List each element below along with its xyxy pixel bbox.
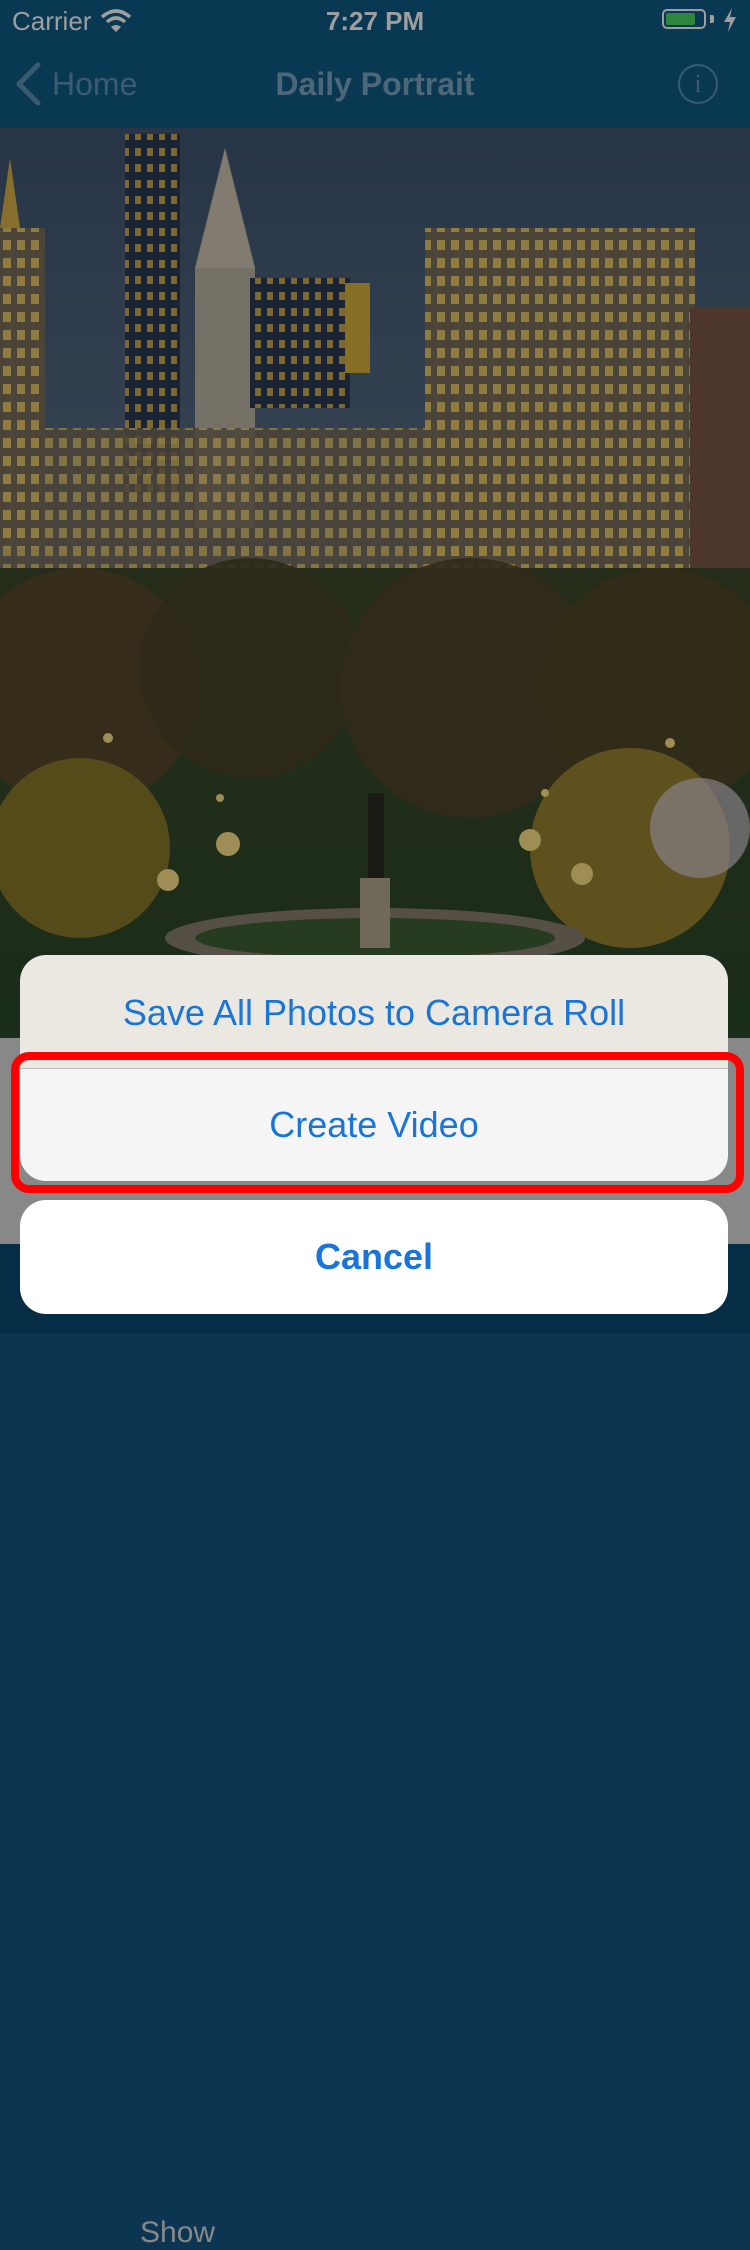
cancel-button[interactable]: Cancel [20,1200,728,1314]
highlight-box [11,1052,744,1193]
show-label: Show [140,2216,216,2249]
